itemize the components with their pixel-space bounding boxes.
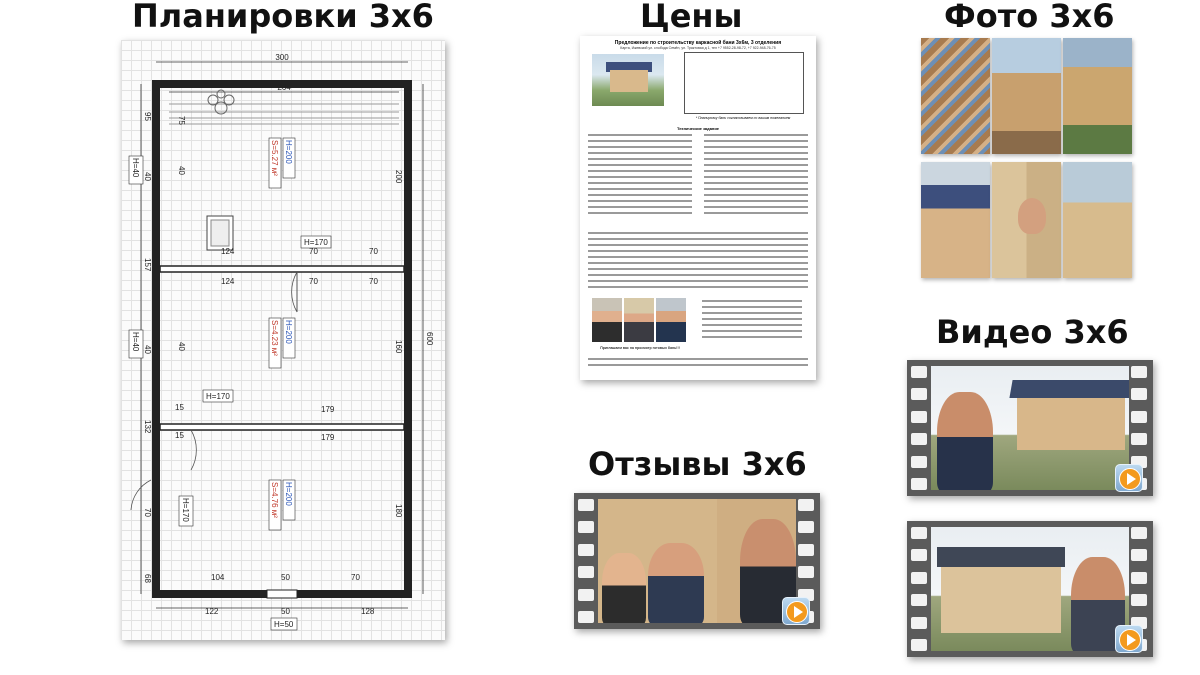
photo-thumb-6[interactable] <box>1063 162 1132 278</box>
room-height-3: H=200 <box>284 482 293 506</box>
price-doc-contacts <box>702 300 802 342</box>
dim-mid-15: 15 <box>175 431 184 440</box>
photo-thumb-3[interactable] <box>1063 38 1132 154</box>
room-area-3: S=4.76 м² <box>270 482 279 518</box>
label-h170a: H=170 <box>304 238 328 247</box>
price-doc-footer <box>588 358 808 370</box>
room-area-2: S=4.23 м² <box>270 320 279 356</box>
dim-left-40b: 40 <box>143 345 152 354</box>
video-thumbnail-1[interactable] <box>907 360 1153 496</box>
price-doc-text-left <box>588 134 692 218</box>
dim-top-inner: 264 <box>277 83 291 92</box>
dim-bot-104: 104 <box>211 573 225 582</box>
sauna-photo <box>592 54 664 106</box>
dim-left-132: 132 <box>143 420 152 434</box>
label-h40a: H=40 <box>131 158 140 178</box>
person-photo <box>1018 198 1046 234</box>
dim-mid-70d: 70 <box>369 277 378 286</box>
dim-bot-128: 128 <box>361 607 375 616</box>
dim-left-95: 95 <box>143 112 152 121</box>
person-in-video-1 <box>937 392 993 490</box>
dim-r200: 200 <box>394 170 403 184</box>
dim-bot-50b: 50 <box>281 607 290 616</box>
dim-bot-122: 122 <box>205 607 219 616</box>
video-thumbnail-2[interactable] <box>907 521 1153 657</box>
dim-r40a: 40 <box>177 166 186 175</box>
dim-top-outer: 300 <box>275 53 289 62</box>
photo-thumb-5[interactable] <box>992 162 1061 278</box>
play-button-icon[interactable] <box>1115 625 1143 653</box>
video-frame-1 <box>931 366 1129 490</box>
price-doc-subtitle: Карта, Ижевский ул. слобода Семён, ул. Т… <box>620 46 776 50</box>
dim-mid-70c: 70 <box>309 277 318 286</box>
room-height-2: H=200 <box>284 320 293 344</box>
photo-thumb-4[interactable] <box>921 162 990 278</box>
photos-grid <box>921 38 1133 278</box>
label-h40b: H=40 <box>131 332 140 352</box>
reviews-video-thumbnail[interactable] <box>574 493 820 629</box>
dim-left-70: 70 <box>143 508 152 517</box>
label-h170b: H=170 <box>206 392 230 401</box>
dim-r40b: 40 <box>177 342 186 351</box>
play-button-icon[interactable] <box>782 597 810 625</box>
photos-heading: Фото 3х6 <box>944 0 1115 35</box>
dim-left-68: 68 <box>143 574 152 583</box>
dim-right-total: 600 <box>425 332 434 346</box>
person-in-review-1 <box>602 553 646 623</box>
review-photo-2 <box>624 298 654 342</box>
dim-r160: 160 <box>394 340 403 354</box>
dim-mid-179a: 179 <box>321 405 335 414</box>
play-button-icon[interactable] <box>1115 464 1143 492</box>
price-doc-caption: * Планировку бани согласовываем со вашим… <box>695 116 791 120</box>
label-h50: H=50 <box>274 620 294 629</box>
prices-heading: Цены <box>640 0 743 35</box>
review-photo-1 <box>592 298 622 342</box>
dim-r180: 180 <box>394 504 403 518</box>
dim-mid-70a: 70 <box>309 247 318 256</box>
price-document-card[interactable]: Предложение по строительству каркасной б… <box>580 36 816 380</box>
dim-left-40a: 40 <box>143 172 152 181</box>
video-heading: Видео 3х6 <box>936 313 1129 351</box>
price-doc-closing: Приглашаем вас на просмотр готовых бань!… <box>600 346 680 350</box>
dim-mid-124b: 124 <box>221 277 235 286</box>
room-area-1: S=5.27 м² <box>270 140 279 176</box>
room-height-1: H=200 <box>284 140 293 164</box>
dim-bot-70: 70 <box>351 573 360 582</box>
reviews-heading: Отзывы 3х6 <box>588 445 807 483</box>
video-frame-2 <box>931 527 1129 651</box>
reviews-video-frame <box>598 499 796 623</box>
person-in-review-2 <box>648 543 704 623</box>
mini-plan-drawing <box>684 52 804 114</box>
photo-thumb-2[interactable] <box>992 38 1061 154</box>
dim-mid-70b: 70 <box>369 247 378 256</box>
plans-heading: Планировки 3х6 <box>132 0 434 35</box>
dim-left-157: 157 <box>143 258 152 272</box>
price-doc-section: Технические задание <box>676 126 720 131</box>
dim-bot-50a: 50 <box>281 573 290 582</box>
label-h170c: H=170 <box>181 498 190 522</box>
dim-mid-179b: 179 <box>321 433 335 442</box>
floor-plan-drawing: 300 264 600 95 40 157 40 132 15 70 68 75… <box>128 53 434 631</box>
price-doc-text-right <box>704 134 808 218</box>
price-doc-price-lines <box>588 232 808 292</box>
review-photo-3 <box>656 298 686 342</box>
photo-thumb-1[interactable] <box>921 38 990 154</box>
dim-mid-124a: 124 <box>221 247 235 256</box>
dim-left-15: 15 <box>175 403 184 412</box>
floor-plan-card[interactable]: 300 264 600 95 40 157 40 132 15 70 68 75… <box>121 40 445 640</box>
dim-r75: 75 <box>177 116 186 125</box>
